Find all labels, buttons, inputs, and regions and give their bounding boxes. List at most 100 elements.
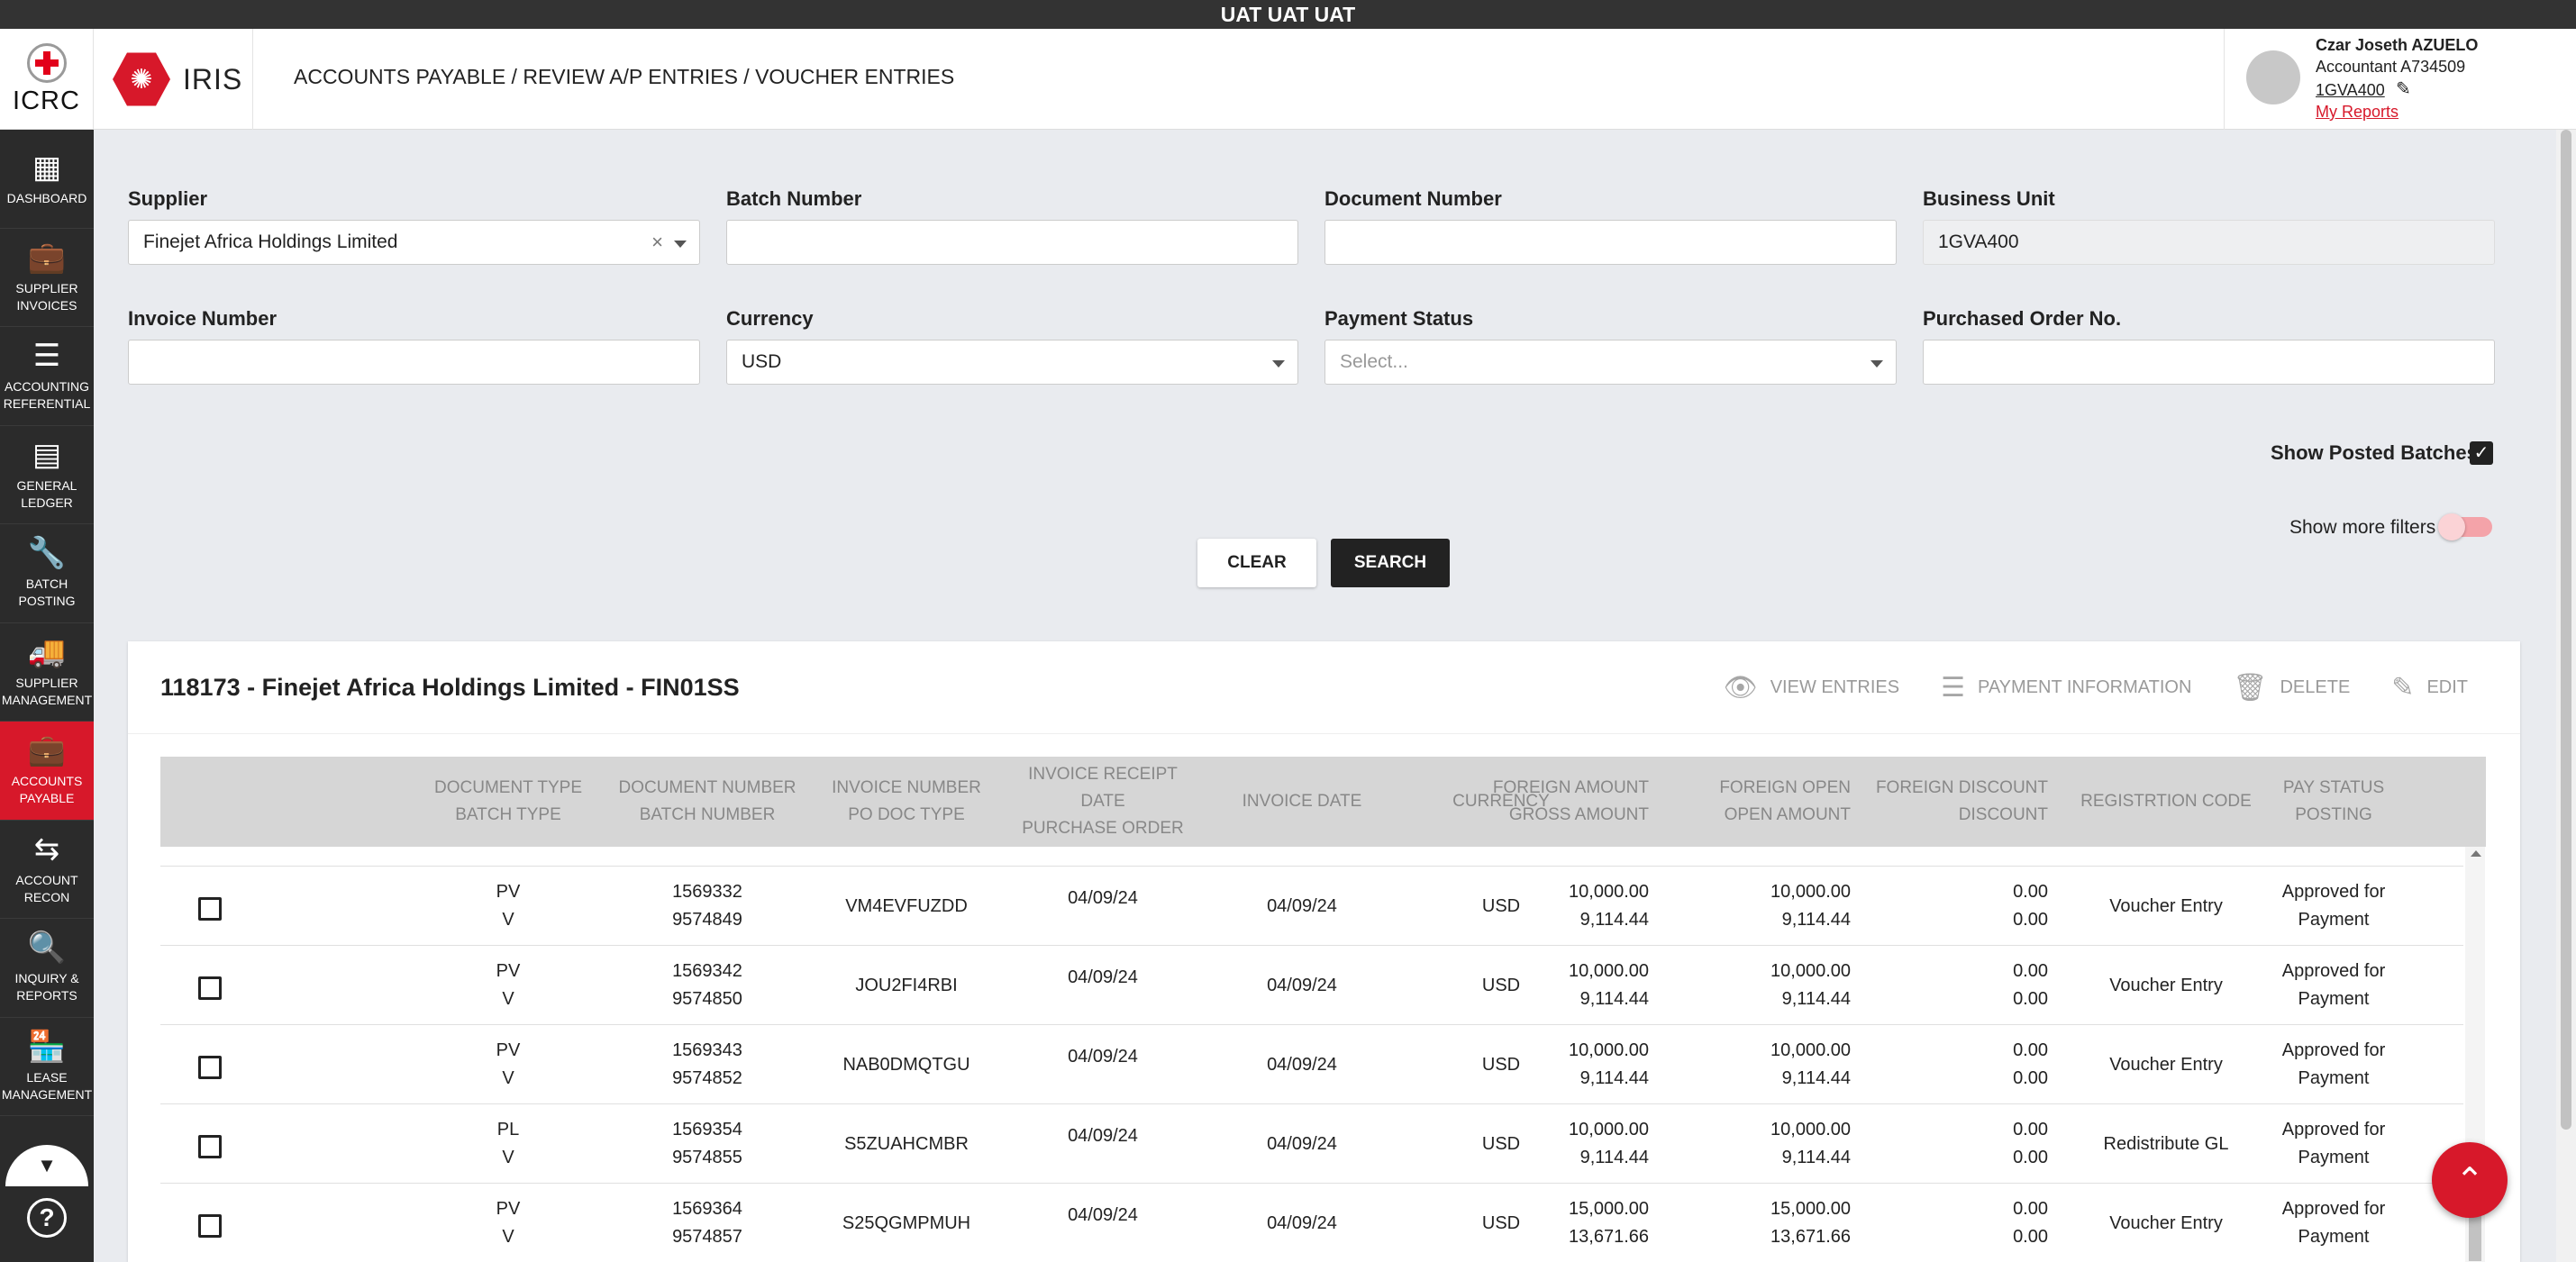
cell-value-gross-amount: 9,114.44	[1579, 1068, 1649, 1088]
show-more-filters-toggle[interactable]	[2438, 513, 2492, 540]
scroll-up-icon[interactable]	[2471, 850, 2481, 857]
cell-value-doc-number: 1569354	[672, 1120, 742, 1139]
supplier-select[interactable]: Finejet Africa Holdings Limited ×	[128, 220, 700, 265]
cell-value-pay-status-2: Payment	[2298, 1068, 2370, 1088]
cell-value-foreign-amount: 10,000.00	[1569, 882, 1649, 902]
column-header[interactable]: INVOICE RECEIPT DATE PURCHASE ORDER	[1004, 757, 1202, 847]
chevron-down-icon[interactable]: ▼	[5, 1145, 88, 1186]
payment-status-select[interactable]: Select...	[1324, 340, 1897, 385]
sidebar-item-label: INQUIRY &	[14, 971, 79, 986]
cell-value-doc-type: PV	[496, 882, 521, 902]
sidebar-item-label: LEDGER	[21, 495, 73, 510]
environment-banner: UAT UAT UAT	[0, 0, 2576, 29]
table-cell: 10,000.00 9,114.44	[1469, 946, 1649, 1025]
column-header-label: INVOICE NUMBER	[832, 778, 981, 797]
currency-select[interactable]: USD	[726, 340, 1298, 385]
table-row[interactable]: PV V 1569342 9574850 JOU2FI4RBI 04/09/24 04/09…	[160, 946, 2463, 1025]
cell-value-batch-number: 9574857	[672, 1227, 742, 1247]
batch-number-input[interactable]	[726, 220, 1298, 265]
payment-information-label: PAYMENT INFORMATION	[1977, 677, 2192, 697]
sidebar-item-supplier-management[interactable]: 🚚 SUPPLIER MANAGEMENT	[0, 623, 94, 722]
icrc-logo[interactable]: ICRC	[0, 29, 94, 130]
invoice-number-input[interactable]	[128, 340, 700, 385]
table-cell: 0.00 0.00	[1868, 1104, 2048, 1184]
column-header[interactable]: DOCUMENT TYPE BATCH TYPE	[409, 757, 607, 847]
row-select-checkbox[interactable]	[198, 1135, 222, 1158]
iris-logo[interactable]: ✺ IRIS	[95, 29, 253, 130]
row-select-checkbox[interactable]	[198, 1056, 222, 1079]
sidebar-item-account-recon[interactable]: ⇆ ACCOUNT RECON	[0, 821, 94, 919]
help-icon[interactable]: ?	[27, 1198, 67, 1238]
show-posted-batches-checkbox[interactable]: ✓	[2470, 441, 2493, 465]
cell-value-gross-amount: 9,114.44	[1579, 989, 1649, 1009]
search-button[interactable]: SEARCH	[1331, 539, 1450, 587]
column-header[interactable]: INVOICE DATE	[1203, 757, 1401, 847]
column-header[interactable]: DOCUMENT NUMBER BATCH NUMBER	[608, 757, 806, 847]
chevron-down-icon[interactable]	[1272, 360, 1285, 368]
table-row[interactable]: PV V 1569364 9574857 S25QGMPMUH 04/09/24 04/09…	[160, 1184, 2463, 1262]
sidebar-item-accounting-referential[interactable]: ☰ ACCOUNTING REFERENTIAL	[0, 327, 94, 426]
sidebar-item-lease-management[interactable]: 🏪 LEASE MANAGEMENT	[0, 1018, 94, 1116]
delete-button[interactable]: 🗑 DELETE	[2233, 672, 2350, 704]
sidebar-item-supplier-invoices[interactable]: 💼 SUPPLIER INVOICES	[0, 229, 94, 327]
sidebar-item-dashboard[interactable]: ▦ DASHBOARD	[0, 130, 94, 229]
table-cell: JOU2FI4RBI	[807, 946, 1006, 1025]
cell-value-doc-number: 1569332	[672, 882, 742, 902]
cell-value-registration-code: Voucher Entry	[2109, 1054, 2223, 1075]
cell-value-discount: 0.00	[2013, 1148, 2048, 1167]
clear-selection-icon[interactable]: ×	[651, 221, 663, 264]
payment-information-button[interactable]: ☰ PAYMENT INFORMATION	[1941, 672, 2191, 704]
wrench-icon: 🔧	[27, 536, 67, 571]
column-header[interactable]: FOREIGN DISCOUNT DISCOUNT	[1868, 757, 2048, 847]
results-title: 118173 - Finejet Africa Holdings Limited…	[160, 674, 740, 701]
sidebar-item-label: SUPPLIER	[15, 675, 78, 690]
user-business-unit-link[interactable]: 1GVA400	[2316, 81, 2385, 100]
payment-status-placeholder: Select...	[1340, 351, 1408, 372]
table-row[interactable]: PL V 1569354 9574855 S5ZUAHCMBR 04/09/24 04/09…	[160, 1104, 2463, 1184]
column-header[interactable]: INVOICE NUMBER PO DOC TYPE	[807, 757, 1006, 847]
edit-button[interactable]: ✎ EDIT	[2391, 672, 2468, 704]
table-cell: 15,000.00 13,671.66	[1670, 1184, 1851, 1262]
table-body[interactable]: PV V 1569332 9574849 VM4EVFUZDD 04/09/24 04/09…	[160, 847, 2486, 1262]
avatar[interactable]	[2246, 50, 2300, 104]
sidebar-item-label: SUPPLIER	[15, 280, 78, 295]
chevron-down-icon[interactable]	[1871, 360, 1883, 368]
row-select-checkbox[interactable]	[198, 897, 222, 921]
column-header[interactable]: FOREIGN AMOUNT GROSS AMOUNT	[1469, 757, 1649, 847]
cell-value-batch-type: V	[502, 989, 514, 1009]
chevron-down-icon[interactable]	[674, 241, 687, 248]
view-entries-button[interactable]: 👁 VIEW ENTRIES	[1724, 672, 1899, 704]
sidebar-item-label: ACCOUNTS	[11, 774, 83, 789]
page-scrollbar-thumb[interactable]	[2561, 130, 2571, 1130]
sidebar-item-label: REFERENTIAL	[3, 396, 91, 412]
row-select-checkbox[interactable]	[198, 976, 222, 1000]
toggle-knob[interactable]	[2438, 513, 2465, 540]
table-row[interactable]: PV V 1569343 9574852 NAB0DMQTGU 04/09/24 04/09…	[160, 1025, 2463, 1104]
column-header[interactable]: FOREIGN OPEN OPEN AMOUNT	[1670, 757, 1851, 847]
supplier-value: Finejet Africa Holdings Limited	[143, 232, 398, 252]
sidebar-expand: ▼	[0, 1116, 94, 1188]
scroll-to-top-button[interactable]: ⌃	[2432, 1142, 2508, 1218]
row-select-checkbox[interactable]	[198, 1214, 222, 1238]
pencil-icon[interactable]: ✎	[2396, 77, 2411, 100]
column-header[interactable]: PAY STATUS POSTING	[2235, 757, 2433, 847]
table-row[interactable]: PV V 1569332 9574849 VM4EVFUZDD 04/09/24 04/09…	[160, 867, 2463, 946]
trash-icon: 🗑	[2233, 673, 2268, 703]
sidebar-item-label: POSTING	[18, 594, 76, 609]
sidebar-item-general-ledger[interactable]: ▤ GENERAL LEDGER	[0, 426, 94, 524]
document-number-input[interactable]	[1324, 220, 1897, 265]
page-scrollbar[interactable]	[2556, 130, 2576, 1262]
sidebar-item-accounts-payable[interactable]: 💼 ACCOUNTS PAYABLE	[0, 722, 94, 821]
cell-value-invoice-date: 04/09/24	[1267, 1054, 1337, 1075]
sidebar-item-batch-posting[interactable]: 🔧 BATCH POSTING	[0, 524, 94, 623]
cell-value-doc-type: PV	[496, 1040, 521, 1060]
my-reports-link[interactable]: My Reports	[2316, 103, 2399, 122]
cell-value-invoice-number: S5ZUAHCMBR	[844, 1133, 969, 1154]
purchased-order-input[interactable]	[1923, 340, 2495, 385]
table-cell: Approved for Payment	[2235, 867, 2433, 946]
clear-button[interactable]: CLEAR	[1197, 539, 1316, 587]
cell-value-foreign-open: 10,000.00	[1770, 1120, 1851, 1139]
cell-value-discount: 0.00	[2013, 1068, 2048, 1088]
dashboard-icon: ▦	[32, 150, 62, 185]
sidebar-item-inquiry-reports[interactable]: 🔍 INQUIRY & REPORTS	[0, 919, 94, 1018]
